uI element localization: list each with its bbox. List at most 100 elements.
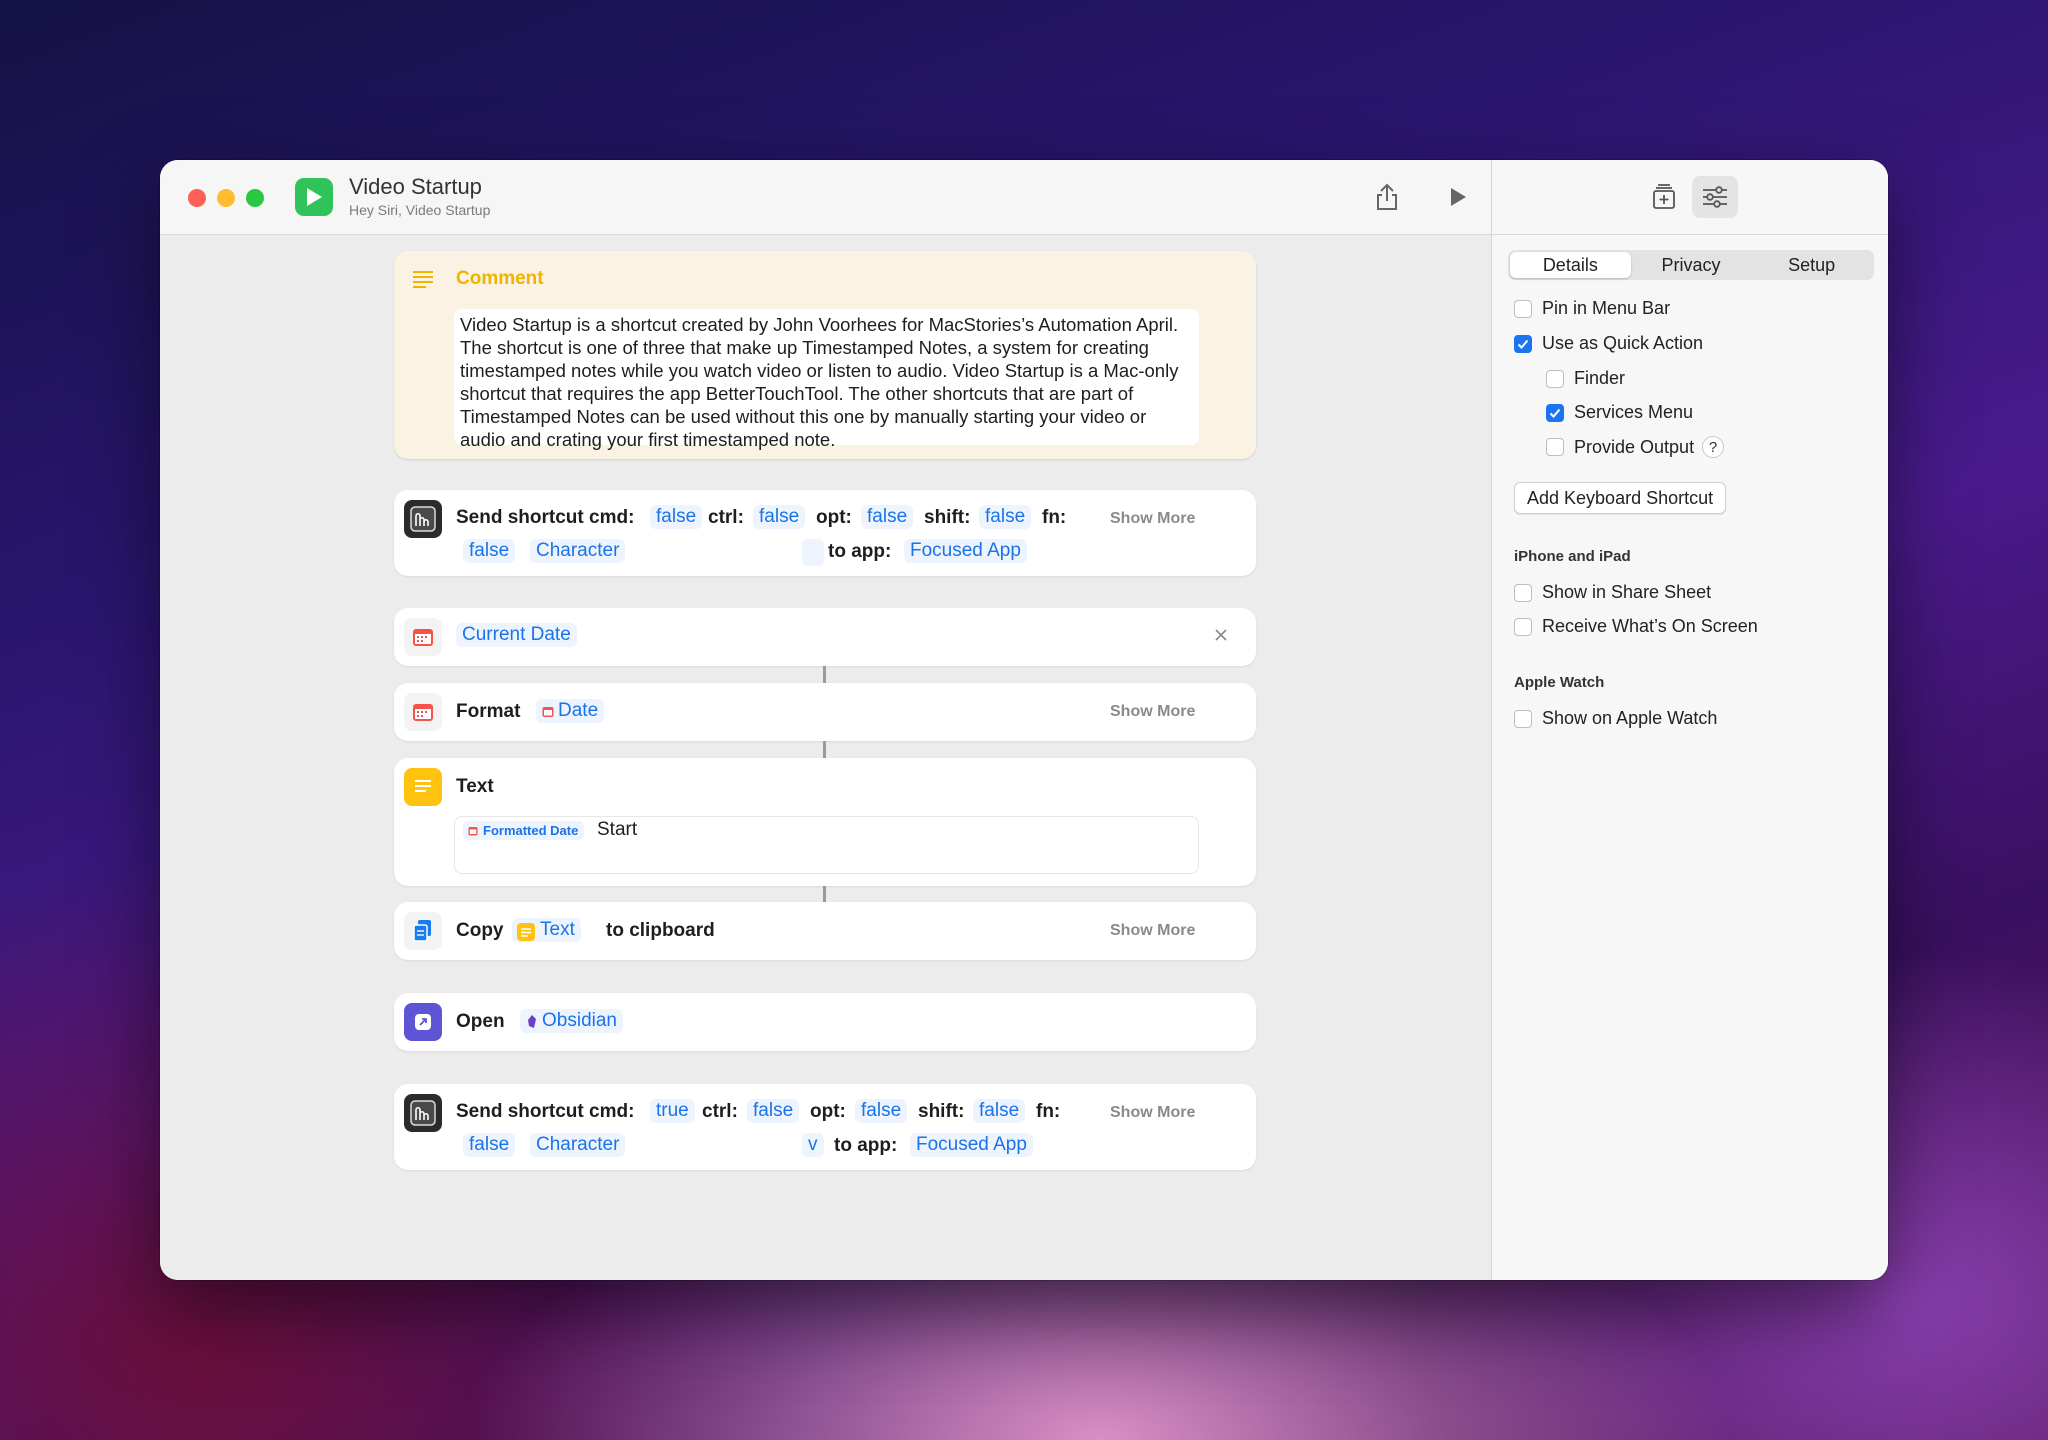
comment-body[interactable]: Video Startup is a shortcut created by J… — [454, 309, 1199, 450]
date-token-label: Date — [558, 700, 599, 721]
character-token[interactable]: Character — [530, 1133, 626, 1157]
obsidian-token-label: Obsidian — [542, 1010, 617, 1031]
date-token[interactable]: Date — [536, 699, 605, 723]
share-sheet-row[interactable]: Show in Share Sheet — [1514, 582, 1711, 603]
close-window-button[interactable] — [188, 189, 206, 207]
current-date-action[interactable]: Current Date — [394, 608, 1256, 666]
text-action[interactable]: Text Formatted Date Start — [394, 758, 1256, 886]
pin-menu-bar-row[interactable]: Pin in Menu Bar — [1514, 298, 1670, 319]
app-token[interactable]: Focused App — [910, 1133, 1033, 1157]
cmd-token[interactable]: true — [650, 1099, 695, 1123]
shift-token[interactable]: false — [973, 1099, 1026, 1123]
quick-action-label: Use as Quick Action — [1542, 333, 1704, 353]
services-menu-checkbox[interactable] — [1546, 403, 1564, 422]
obsidian-icon — [528, 1015, 536, 1028]
text-label: Text — [456, 776, 494, 797]
shortcut-title[interactable]: Video Startup — [349, 174, 482, 200]
add-keyboard-shortcut-button[interactable]: Add Keyboard Shortcut — [1514, 482, 1727, 514]
bettertouchtool-icon — [404, 500, 442, 538]
quick-action-checkbox[interactable] — [1514, 334, 1532, 353]
details-sidebar: Details Privacy Setup Pin in Menu Bar Us… — [1491, 160, 1888, 1280]
text-token-label: Text — [540, 919, 575, 940]
send-shortcut-action-1[interactable]: Send shortcut cmd: false ctrl: false opt… — [394, 490, 1256, 576]
ctrl-token[interactable]: false — [747, 1099, 800, 1123]
ctrl-token[interactable]: false — [753, 505, 806, 529]
copy-label: Copy — [456, 920, 504, 941]
text-field[interactable]: Formatted Date Start — [454, 816, 1199, 874]
send-shortcut-action-2[interactable]: Send shortcut cmd: true ctrl: false opt:… — [394, 1084, 1256, 1170]
connector-line — [823, 886, 826, 902]
tab-details[interactable]: Details — [1510, 252, 1631, 278]
show-more-button[interactable]: Show More — [1110, 1104, 1195, 1122]
ctrl-label: ctrl: — [708, 507, 744, 528]
opt-token[interactable]: false — [855, 1099, 908, 1123]
provide-output-row[interactable]: Provide Output ? — [1546, 436, 1725, 458]
shift-token[interactable]: false — [979, 505, 1032, 529]
share-icon[interactable] — [1370, 180, 1404, 214]
format-label: Format — [456, 701, 521, 722]
help-button[interactable]: ? — [1702, 436, 1725, 458]
comment-icon — [412, 269, 434, 294]
services-menu-label: Services Menu — [1574, 402, 1694, 422]
shift-label: shift: — [918, 1101, 965, 1122]
format-date-action[interactable]: Format Date Show More — [394, 683, 1256, 741]
calendar-icon — [468, 827, 478, 836]
send-shortcut-label: Send shortcut cmd: — [456, 507, 635, 528]
pin-menu-bar-checkbox[interactable] — [1514, 299, 1532, 318]
tab-setup[interactable]: Setup — [1751, 252, 1872, 278]
opt-token[interactable]: false — [861, 505, 914, 529]
receive-screen-checkbox[interactable] — [1514, 617, 1532, 636]
show-more-button[interactable]: Show More — [1110, 703, 1195, 721]
clipboard-icon — [404, 912, 442, 950]
quick-action-row[interactable]: Use as Quick Action — [1514, 333, 1703, 354]
character-token[interactable]: Character — [530, 539, 626, 563]
apple-watch-row[interactable]: Show on Apple Watch — [1514, 708, 1717, 729]
key-token[interactable] — [802, 539, 824, 566]
comment-action[interactable]: Comment Video Startup is a shortcut crea… — [394, 251, 1256, 459]
show-more-button[interactable]: Show More — [1110, 922, 1195, 940]
provide-output-label: Provide Output — [1574, 436, 1695, 457]
shortcut-icon[interactable] — [295, 178, 333, 216]
open-label: Open — [456, 1011, 505, 1032]
action-library-icon[interactable] — [1641, 176, 1687, 218]
editor-pane: Video Startup Hey Siri, Video Startup Co… — [160, 160, 1491, 1280]
fn-token[interactable]: false — [463, 539, 516, 563]
receive-screen-row[interactable]: Receive What’s On Screen — [1514, 616, 1758, 637]
formatted-date-token[interactable]: Formatted Date — [463, 821, 585, 840]
copy-action[interactable]: Copy Text to clipboard Show More — [394, 902, 1256, 960]
app-token[interactable]: Focused App — [904, 539, 1027, 563]
obsidian-token[interactable]: Obsidian — [520, 1009, 623, 1033]
tab-privacy[interactable]: Privacy — [1631, 252, 1752, 278]
apple-watch-checkbox[interactable] — [1514, 709, 1532, 728]
comment-title: Comment — [456, 268, 544, 289]
open-app-icon — [404, 1003, 442, 1041]
show-more-button[interactable]: Show More — [1110, 510, 1195, 528]
services-menu-row[interactable]: Services Menu — [1546, 402, 1693, 423]
open-app-action[interactable]: Open Obsidian — [394, 993, 1256, 1051]
finder-checkbox[interactable] — [1546, 369, 1564, 388]
to-app-label: to app: — [828, 541, 892, 562]
cmd-token[interactable]: false — [650, 505, 703, 529]
provide-output-checkbox[interactable] — [1546, 438, 1564, 456]
bettertouchtool-icon — [404, 1094, 442, 1132]
sidebar-toolbar — [1492, 160, 1888, 235]
close-icon[interactable] — [1214, 628, 1228, 647]
finder-row[interactable]: Finder — [1546, 368, 1625, 389]
ctrl-label: ctrl: — [702, 1101, 738, 1122]
text-icon — [517, 923, 535, 941]
checkmark-icon — [1517, 339, 1529, 349]
text-token[interactable]: Text — [512, 918, 581, 942]
send-shortcut-label: Send shortcut cmd: — [456, 1101, 635, 1122]
minimize-window-button[interactable] — [217, 189, 235, 207]
details-settings-icon[interactable] — [1692, 176, 1738, 218]
current-date-token[interactable]: Current Date — [456, 623, 577, 647]
run-icon[interactable] — [1441, 180, 1475, 214]
fn-label: fn: — [1042, 507, 1067, 528]
share-sheet-checkbox[interactable] — [1514, 583, 1532, 602]
text-icon — [404, 768, 442, 806]
key-token[interactable]: v — [802, 1133, 824, 1157]
fn-token[interactable]: false — [463, 1133, 516, 1157]
to-app-label: to app: — [834, 1135, 898, 1156]
shortcuts-window: Video Startup Hey Siri, Video Startup Co… — [160, 160, 1888, 1280]
zoom-window-button[interactable] — [246, 189, 264, 207]
